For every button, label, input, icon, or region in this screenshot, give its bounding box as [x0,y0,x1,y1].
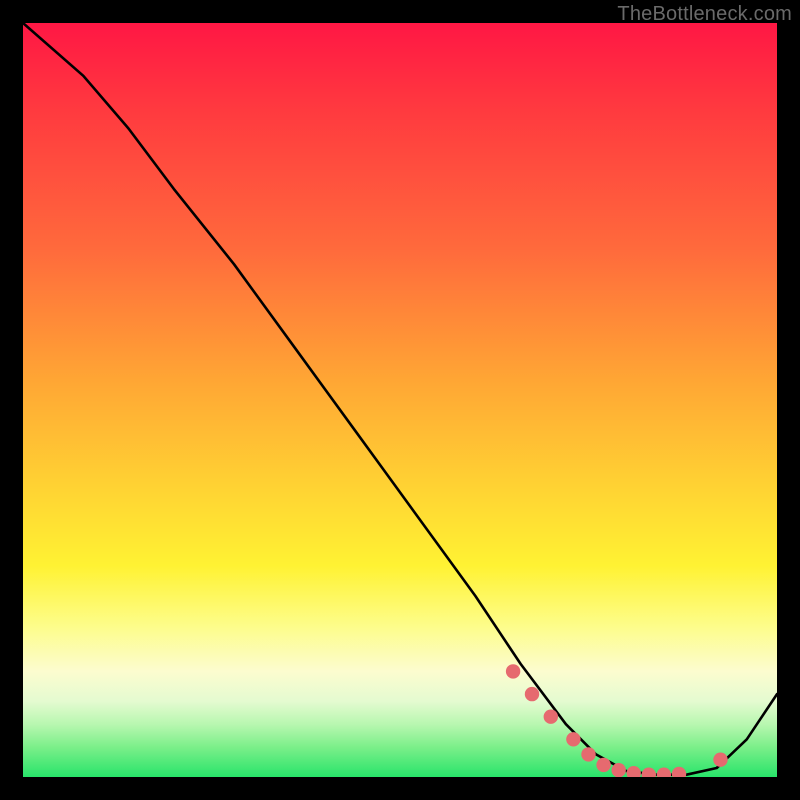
highlight-dots-group [506,664,728,777]
highlight-dot [566,732,580,746]
highlight-dot [672,767,686,777]
highlight-dot [581,747,595,761]
highlight-dot [525,687,539,701]
highlight-dot [627,766,641,777]
highlight-dot [642,768,656,778]
highlight-dot [657,768,671,778]
bottleneck-curve-line [23,23,777,775]
highlight-dot [506,664,520,678]
watermark-text: TheBottleneck.com [617,3,792,26]
bottleneck-curve-svg [23,23,777,777]
highlight-dot [544,710,558,724]
highlight-dot [596,758,610,772]
highlight-dot [713,753,727,767]
chart-plot-area [23,23,777,777]
highlight-dot [612,763,626,777]
